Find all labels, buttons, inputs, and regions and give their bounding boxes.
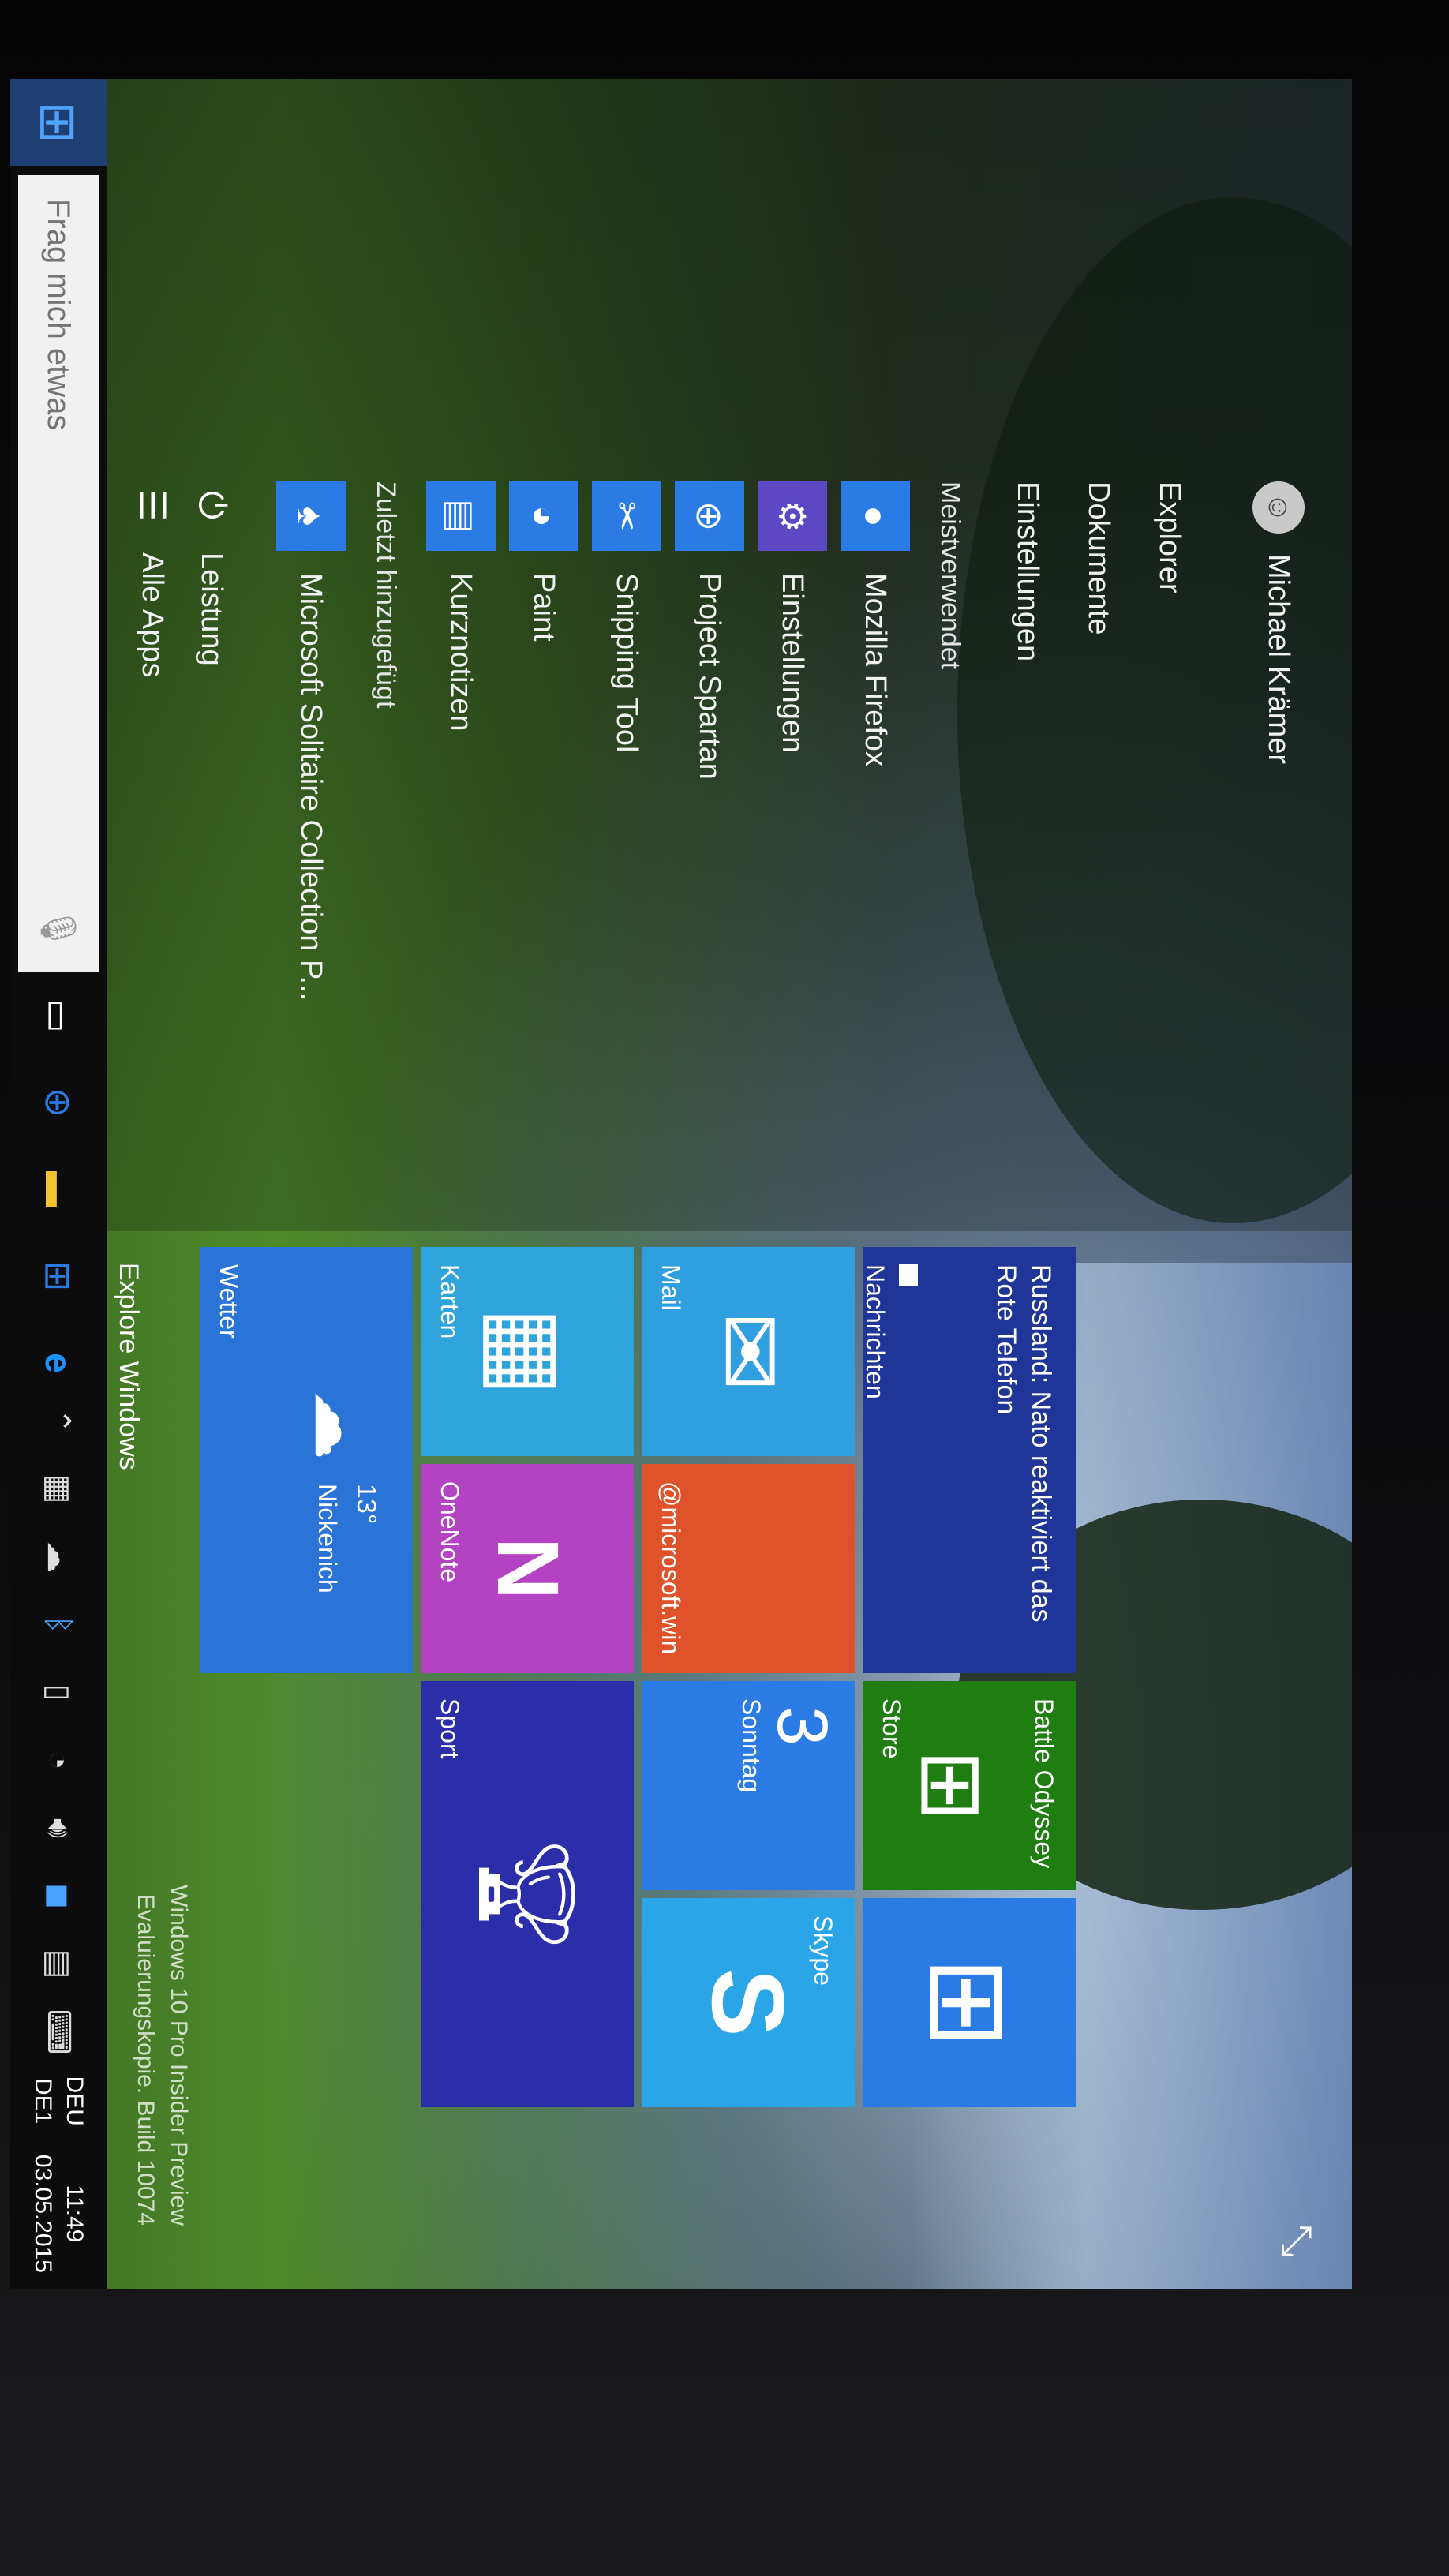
chevron-up-icon[interactable]: ⌃ [10,1390,107,1453]
news-headline: Russland: Nato reaktiviert das Rote Tele… [991,1264,1056,1623]
skype-icon: S [691,1968,806,2037]
expand-icon[interactable]: ⤡ [1272,2224,1320,2257]
envelope-icon: ✉ [695,1312,801,1391]
tile-twitter[interactable]: @microsoft.win [642,1464,855,1673]
store-icon: ⊞ [908,1956,1032,2050]
tile-onenote[interactable]: N OneNote [421,1464,634,1673]
microphone-icon[interactable]: 🎙︎ [38,906,79,950]
browser-taskbar-icon[interactable]: ⊕ [10,1059,107,1146]
skype-label: Skype [809,1915,837,1986]
task-view-icon[interactable]: ▭ [10,972,107,1059]
tile-skype[interactable]: S Skype [642,1898,855,2107]
clock-date: 03.05.2015 [30,2154,56,2273]
user-account[interactable]: ☺ Michael Krämer [1252,481,1305,764]
sport-label: Sport [436,1698,464,1759]
store-taskbar-icon[interactable]: ⊞ [10,1233,107,1320]
link-documents[interactable]: Dokumente [1081,481,1115,635]
action-center-icon[interactable]: ▤ [10,1933,107,1996]
store-label: Store [878,1698,906,1759]
trophy-icon: 🏆︎ [474,1833,580,1955]
avatar: ☺ [1252,481,1305,534]
all-apps-button[interactable]: ☰ Alle Apps [129,481,176,677]
clock[interactable]: 11:49 03.05.2015 [27,2155,90,2273]
recent-heading: Zuletzt hinzugefügt [371,481,401,709]
tile-calendar[interactable]: 3 Sonntag [642,1681,855,1890]
app-snipping-tool[interactable]: ✂ Snipping Tool [592,481,661,752]
tile-news[interactable]: Russland: Nato reaktiviert das Rote Tele… [863,1247,1076,1673]
onenote-label: OneNote [436,1481,464,1583]
store-bag-icon: ⊞ [904,1749,1002,1822]
onedrive-icon[interactable]: ☁ [10,1526,107,1589]
mail-label: Mail [657,1264,685,1311]
link-settings[interactable]: Einstellungen [1010,481,1044,661]
news-label: Nachrichten [863,1264,889,1399]
cloud-icon: ☁ [300,1389,379,1460]
wifi-icon[interactable]: ◔ [10,1729,107,1792]
power-button[interactable]: ⏻ Leistung [188,481,235,666]
maps-label: Karten [436,1264,464,1339]
notification-app-icon[interactable]: ◼ [10,1865,107,1928]
user-name: Michael Krämer [1262,554,1296,765]
app-firefox[interactable]: ● Mozilla Firefox [841,481,910,766]
map-icon: ▦ [474,1306,580,1397]
windows-logo-icon: ⊞ [30,101,88,144]
most-used-heading: Meistverwendet [935,481,965,670]
system-tray: ⌃ ▦ ☁ ᛒ ▯ ◔ 🔊︎ ◼ ▤ ⌨ DEU DE1 11:49 03.05… [10,1390,107,2290]
tile-store[interactable]: ⊞ [863,1898,1076,2107]
tile-store-game[interactable]: Battle Odyssey ⊞ Store [863,1681,1076,1890]
tile-weather[interactable]: ☁ 13° Nickenich Wetter [200,1247,413,1673]
desktop-screen: ⤡ ☺ Michael Krämer Explorer Dokumente Ei… [10,79,1352,2289]
twitter-handle: @microsoft.win [657,1481,685,1655]
battery-icon[interactable]: ▯ [10,1661,107,1724]
tile-maps[interactable]: ▦ Karten [421,1247,634,1456]
sticky-note-icon: ▤ [426,481,496,551]
globe-icon: ⊕ [675,481,744,551]
game-title: Battle Odyssey [1030,1698,1058,1869]
calendar-number: 3 [762,1706,841,1747]
app-settings[interactable]: ⚙ Einstellungen [758,481,827,753]
search-box[interactable]: 🎙︎ [18,175,99,972]
file-explorer-icon[interactable]: ▬ [10,1146,107,1233]
list-icon: ☰ [132,489,173,522]
start-button[interactable]: ⊞ [10,79,107,166]
network-list-icon[interactable]: ▦ [10,1458,107,1521]
power-icon: ⏻ [192,490,233,520]
taskbar: ⊞ 🎙︎ ▭ ⊕ ▬ ⊞ e ⌃ ▦ ☁ ᛒ ▯ ◔ 🔊︎ ◼ ▤ ⌨ DEU … [10,79,107,2289]
app-solitaire[interactable]: ♠ Microsoft Solitaire Collection P... [276,481,346,1001]
weather-city: Nickenich [313,1484,342,1593]
keyboard-icon[interactable]: ⌨ [10,2001,107,2064]
weather-temp: 13° [351,1484,381,1525]
news-icon [899,1264,918,1286]
volume-icon[interactable]: 🔊︎ [10,1797,107,1860]
link-explorer[interactable]: Explorer [1152,481,1186,593]
app-sticky-notes[interactable]: ▤ Kurznotizen [426,481,496,732]
weather-label: Wetter [215,1264,243,1339]
tile-sport[interactable]: 🏆︎ Sport [421,1681,634,2107]
language-indicator[interactable]: DEU DE1 [27,2076,90,2126]
cards-icon: ♠ [276,481,346,551]
explore-windows-banner[interactable]: Explore Windows [113,1263,144,1470]
calendar-day: Sonntag [737,1698,766,1793]
onenote-icon: N [479,1537,576,1601]
app-project-spartan[interactable]: ⊕ Project Spartan [675,481,744,780]
start-menu: ☺ Michael Krämer Explorer Dokumente Eins… [10,79,1352,1231]
firefox-icon: ● [841,481,910,551]
scissors-icon: ✂ [592,481,661,551]
search-input[interactable] [39,197,77,832]
tile-mail[interactable]: ✉ Mail [642,1247,855,1456]
bluetooth-icon[interactable]: ᛒ [10,1593,107,1657]
palette-icon: ◕ [509,481,578,551]
clock-time: 11:49 [62,2185,88,2243]
build-watermark: Windows 10 Pro Insider Preview Evaluieru… [133,1885,192,2226]
gear-icon: ⚙ [758,481,827,551]
app-paint[interactable]: ◕ Paint [509,481,578,642]
